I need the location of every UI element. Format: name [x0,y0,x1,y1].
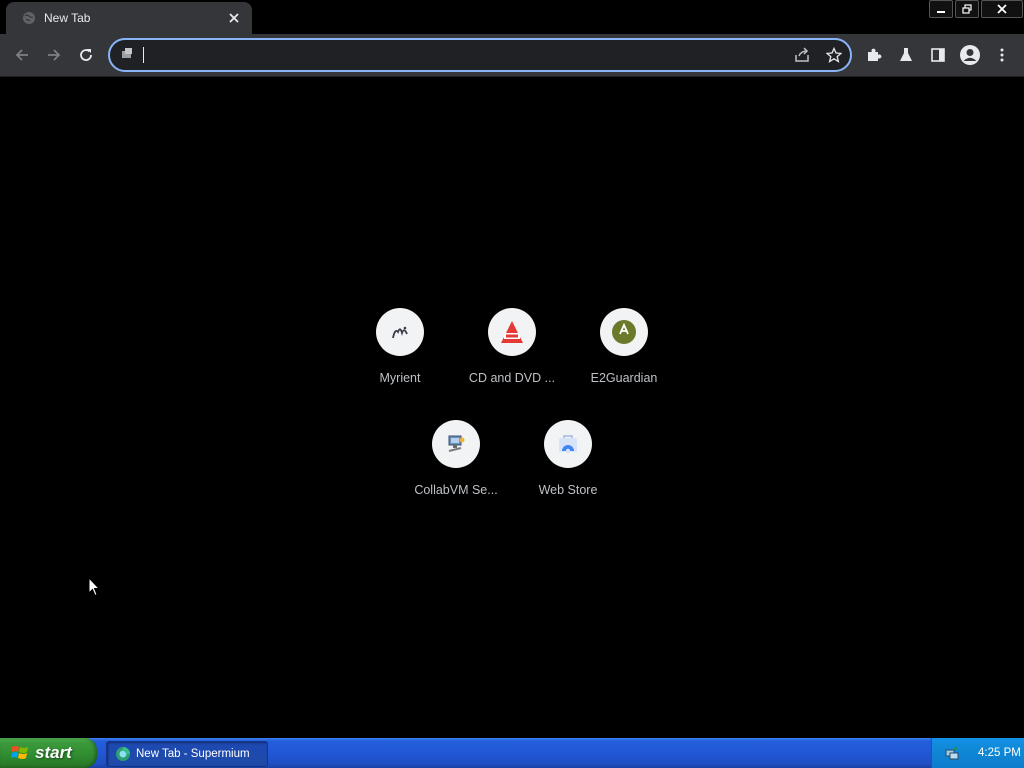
cd-dvd-icon [501,321,523,343]
supermium-icon [116,747,130,761]
reload-button[interactable] [74,43,98,67]
shortcut-label: Myrient [379,371,421,385]
window-close-button[interactable] [981,0,1023,18]
minimize-button[interactable] [929,0,953,18]
restore-button[interactable] [955,0,979,18]
menu-kebab-icon [1000,48,1004,62]
text-caret [143,47,144,63]
shortcut-icon-circle [544,420,592,468]
shortcut-icon-circle [488,308,536,356]
back-arrow-icon [15,49,28,61]
browser-toolbar [0,34,1024,77]
taskbar-item-label: New Tab - Supermium [136,748,250,760]
start-label: start [35,743,72,762]
labs-flask-icon [900,48,912,61]
tab-close-button[interactable] [224,8,244,28]
side-panel-button[interactable] [926,43,950,67]
shortcut-icon-circle [376,308,424,356]
taskbar-item-browser[interactable]: New Tab - Supermium [106,741,268,767]
labs-button[interactable] [894,43,918,67]
mouse-pointer-icon [88,577,100,597]
myrient-icon [392,326,408,339]
collabvm-icon [448,435,465,452]
tab-new-tab[interactable]: New Tab [6,2,252,34]
share-button[interactable] [792,45,812,65]
close-icon [229,13,239,23]
bookmark-star-icon [826,47,842,63]
shortcut-cd-and-dvd[interactable]: CD and DVD ... [456,308,568,408]
shortcut-label: CollabVM Se... [414,483,498,497]
close-icon [997,4,1007,14]
shortcut-label: CD and DVD ... [468,371,556,385]
start-button[interactable]: start [0,738,97,768]
forward-arrow-icon [48,49,61,61]
minimize-icon [937,11,945,13]
new-tab-page: Myrient CD and DVD ... E2Guardian Collab… [0,77,1024,738]
shortcut-icon-circle [432,420,480,468]
tab-title: New Tab [44,11,91,25]
shortcut-collabvm[interactable]: CollabVM Se... [400,420,512,520]
share-icon [795,47,809,62]
shortcut-label: Web Store [538,483,598,497]
restore-icon [962,4,972,14]
shortcut-web-store[interactable]: Web Store [512,420,624,520]
system-tray: 4:25 PM [931,738,1024,768]
shortcut-myrient[interactable]: Myrient [344,308,456,408]
bookmark-button[interactable] [824,45,844,65]
profile-button[interactable] [958,43,982,67]
side-panel-icon [931,48,945,62]
web-store-icon [559,435,577,454]
back-button[interactable] [10,43,34,67]
window-controls [929,0,1023,18]
taskbar-clock[interactable]: 4:25 PM [978,747,1021,759]
shortcut-e2guardian[interactable]: E2Guardian [568,308,680,408]
menu-button[interactable] [990,43,1014,67]
globe-icon [23,12,35,24]
extensions-puzzle-icon [868,48,882,61]
address-input[interactable] [140,44,784,68]
network-icon[interactable] [944,745,960,761]
address-bar[interactable] [108,38,852,72]
taskbar: start New Tab - Supermium 4:25 PM [0,738,1024,768]
profile-avatar-icon [960,45,980,65]
extensions-button[interactable] [862,43,886,67]
reload-icon [80,49,92,61]
tab-strip: New Tab [0,0,1024,34]
forward-button[interactable] [42,43,66,67]
shortcut-icon-circle [600,308,648,356]
shortcut-label: E2Guardian [590,371,658,385]
e2guardian-icon [612,320,636,344]
search-icon [122,48,132,58]
windows-logo-icon [11,746,28,759]
